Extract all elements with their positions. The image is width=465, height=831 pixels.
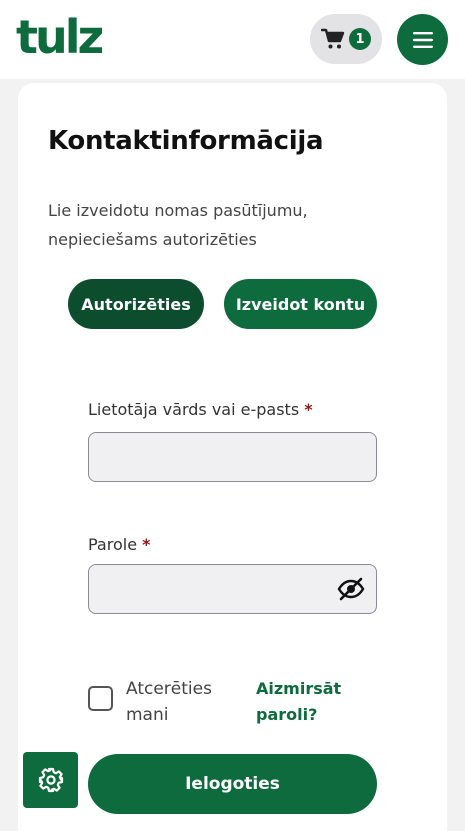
login-submit-button[interactable]: Ielogoties xyxy=(88,754,377,814)
username-label-text: Lietotāja vārds vai e-pasts xyxy=(88,400,300,419)
remember-me-label[interactable]: Atcerēties mani xyxy=(126,676,236,728)
menu-button[interactable] xyxy=(397,14,448,65)
gear-icon xyxy=(38,767,63,793)
remember-me-checkbox[interactable] xyxy=(88,686,113,711)
password-input[interactable] xyxy=(88,564,377,614)
cart-button[interactable]: 1 xyxy=(310,14,382,64)
tulz-logo[interactable]: tulz xyxy=(16,12,104,62)
page-title: Kontaktinformācija xyxy=(48,126,324,156)
forgot-password-link[interactable]: Aizmirsāt paroli? xyxy=(256,676,366,728)
cookie-settings-button[interactable] xyxy=(23,752,78,808)
username-input[interactable] xyxy=(88,432,377,482)
eye-slash-icon[interactable] xyxy=(337,576,365,602)
required-mark: * xyxy=(304,400,313,419)
cart-count-badge: 1 xyxy=(349,28,371,50)
hamburger-menu-icon xyxy=(412,31,433,48)
required-mark: * xyxy=(142,535,151,554)
tab-login[interactable]: Autorizēties xyxy=(68,279,204,329)
site-header: tulz 1 xyxy=(0,0,465,79)
tab-create-account[interactable]: Izveidot kontu xyxy=(224,279,377,329)
cart-icon xyxy=(321,28,345,49)
username-label: Lietotāja vārds vai e-pasts * xyxy=(88,400,313,419)
password-label: Parole * xyxy=(88,535,151,554)
auth-notice: Lie izveidotu nomas pasūtījumu, nepiecie… xyxy=(48,201,308,249)
password-label-text: Parole xyxy=(88,535,138,554)
